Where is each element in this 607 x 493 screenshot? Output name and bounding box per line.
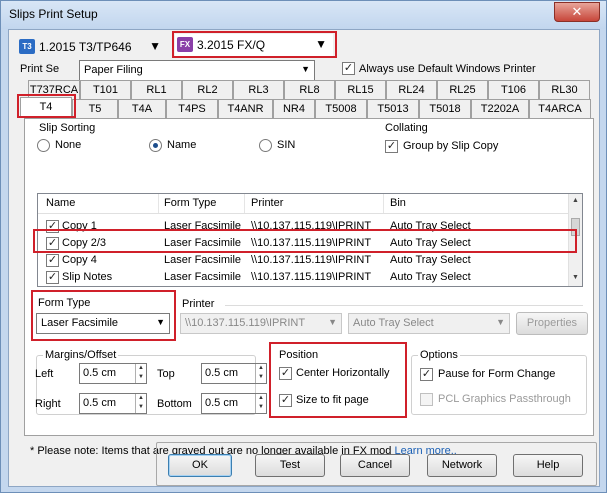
collating-title: Collating (385, 122, 428, 134)
right-margin-label: Right (35, 398, 61, 410)
tab-rl1[interactable]: RL1 (131, 80, 182, 99)
highlight-t4-tab (17, 94, 76, 118)
tab-rl8[interactable]: RL8 (284, 80, 335, 99)
bottom-margin-label: Bottom (157, 398, 192, 410)
slip-notes-checkbox[interactable]: ✓ (46, 271, 59, 284)
slip-sorting-group: Slip Sorting None Name SIN (31, 122, 371, 159)
bin-value: Auto Tray Select (353, 317, 434, 329)
sort-name-radio[interactable] (149, 139, 162, 152)
tab-rl25[interactable]: RL25 (437, 80, 488, 99)
test-button[interactable]: Test (255, 454, 325, 477)
t4-tab-panel: Slip Sorting None Name SIN Collating ✓ G… (24, 118, 594, 457)
tab-t5[interactable]: T5 (72, 99, 118, 118)
tab-rl15[interactable]: RL15 (335, 80, 386, 99)
sort-none-radio[interactable] (37, 139, 50, 152)
list-header: Name Form Type Printer Bin (38, 194, 570, 214)
profile-combo-value: 1.2015 T3/TP646 (39, 40, 132, 54)
margins-offset-group: Margins/Offset Left 0.5 cm ▲ ▼ Top 0.5 cm… (35, 349, 267, 415)
top-margin-label: Top (157, 368, 175, 380)
tab-t4anr[interactable]: T4ANR (218, 99, 273, 118)
chevron-down-icon: ▼ (328, 317, 337, 327)
highlight-copy-2-3-row (33, 229, 577, 253)
group-by-slip-copy-checkbox[interactable]: ✓ (385, 140, 398, 153)
tab-rl30[interactable]: RL30 (539, 80, 590, 99)
list-item[interactable]: ✓ Slip Notes Laser Facsimile \\10.137.11… (38, 269, 570, 286)
dropdown-arrow-icon: ▼ (149, 39, 161, 53)
cancel-button[interactable]: Cancel (340, 454, 410, 477)
left-margin-stepper[interactable]: ▲ ▼ (135, 364, 146, 383)
print-set-label: Print Se (20, 63, 60, 75)
tab-t5008[interactable]: T5008 (315, 99, 367, 118)
highlight-form-type (31, 290, 176, 341)
tab-rl3[interactable]: RL3 (233, 80, 284, 99)
column-header-form-type[interactable]: Form Type (164, 197, 216, 209)
always-default-printer-checkbox[interactable]: ✓ (342, 62, 355, 75)
ok-button[interactable]: OK (168, 454, 232, 477)
top-margin-input[interactable]: 0.5 cm ▲ ▼ (201, 363, 267, 384)
printer-select[interactable]: \\10.137.115.119\IPRINT ▼ (180, 313, 342, 334)
tab-t4ps[interactable]: T4PS (166, 99, 218, 118)
group-by-slip-copy-label: Group by Slip Copy (403, 140, 499, 152)
sort-name-label: Name (167, 139, 197, 151)
tab-t2202a[interactable]: T2202A (471, 99, 529, 118)
chevron-down-icon: ▼ (496, 317, 505, 327)
top-margin-stepper[interactable]: ▲ ▼ (255, 364, 266, 383)
highlight-form-combo (172, 31, 337, 58)
right-margin-stepper[interactable]: ▲ ▼ (135, 394, 146, 413)
collating-group: Collating ✓ Group by Slip Copy (377, 122, 582, 159)
chevron-down-icon: ▼ (301, 64, 310, 74)
highlight-position-group (269, 342, 407, 418)
tab-rl2[interactable]: RL2 (182, 80, 233, 99)
t3-profile-icon: T3 (19, 39, 35, 54)
properties-button[interactable]: Properties (516, 312, 588, 335)
help-button[interactable]: Help (513, 454, 583, 477)
list-item[interactable]: ✓ Copy 4 Laser Facsimile \\10.137.115.11… (38, 252, 570, 269)
left-margin-label: Left (35, 368, 54, 380)
tab-nr4[interactable]: NR4 (273, 99, 315, 118)
copy-4-checkbox[interactable]: ✓ (46, 254, 59, 267)
printer-divider (225, 305, 583, 306)
bin-select[interactable]: Auto Tray Select ▼ (348, 313, 510, 334)
tab-rl24[interactable]: RL24 (386, 80, 437, 99)
printer-value: \\10.137.115.119\IPRINT (185, 317, 306, 329)
column-header-bin[interactable]: Bin (390, 197, 406, 209)
title-bar[interactable]: Slips Print Setup ✕ (1, 1, 606, 29)
tab-t5018[interactable]: T5018 (419, 99, 471, 118)
sort-sin-radio[interactable] (259, 139, 272, 152)
options-group: Options ✓ Pause for Form Change PCL Grap… (411, 349, 587, 415)
tab-t106[interactable]: T106 (488, 80, 539, 99)
sort-sin-label: SIN (277, 139, 296, 151)
margins-offset-title: Margins/Offset (43, 349, 119, 361)
bottom-margin-stepper[interactable]: ▲ ▼ (255, 394, 266, 413)
network-button[interactable]: Network (427, 454, 497, 477)
profile-combo[interactable]: T3 1.2015 T3/TP646 ▼ (17, 36, 167, 58)
printer-label: Printer (182, 298, 215, 310)
window-title: Slips Print Setup (9, 7, 98, 21)
pause-form-change-label: Pause for Form Change (438, 368, 556, 380)
tab-t4a[interactable]: T4A (118, 99, 166, 118)
slip-sorting-title: Slip Sorting (39, 122, 96, 134)
column-header-printer[interactable]: Printer (251, 197, 283, 209)
tab-t4arca[interactable]: T4ARCA (529, 99, 591, 118)
column-header-name[interactable]: Name (46, 197, 75, 209)
pcl-passthrough-label: PCL Graphics Passthrough (438, 393, 571, 405)
tab-t101[interactable]: T101 (80, 80, 131, 99)
left-margin-input[interactable]: 0.5 cm ▲ ▼ (79, 363, 147, 384)
close-button[interactable]: ✕ (554, 2, 600, 22)
print-set-select[interactable]: Paper Filing ▼ (79, 60, 315, 81)
slips-print-setup-window: Slips Print Setup ✕ T3 1.2015 T3/TP646 ▼… (0, 0, 607, 493)
sort-none-label: None (55, 139, 82, 151)
bottom-margin-input[interactable]: 0.5 cm ▲ ▼ (201, 393, 267, 414)
print-set-value: Paper Filing (84, 64, 143, 76)
pause-form-change-checkbox[interactable]: ✓ (420, 368, 433, 381)
right-margin-input[interactable]: 0.5 cm ▲ ▼ (79, 393, 147, 414)
options-title: Options (418, 349, 460, 361)
scroll-down-icon[interactable]: ▼ (572, 274, 579, 281)
tab-t5013[interactable]: T5013 (367, 99, 419, 118)
scroll-up-icon[interactable]: ▲ (572, 197, 579, 204)
dialog-client: T3 1.2015 T3/TP646 ▼ FX 3.2015 FX/Q ▼ Pr… (8, 29, 600, 487)
pcl-passthrough-checkbox[interactable] (420, 393, 433, 406)
always-default-printer-label: Always use Default Windows Printer (359, 63, 536, 75)
